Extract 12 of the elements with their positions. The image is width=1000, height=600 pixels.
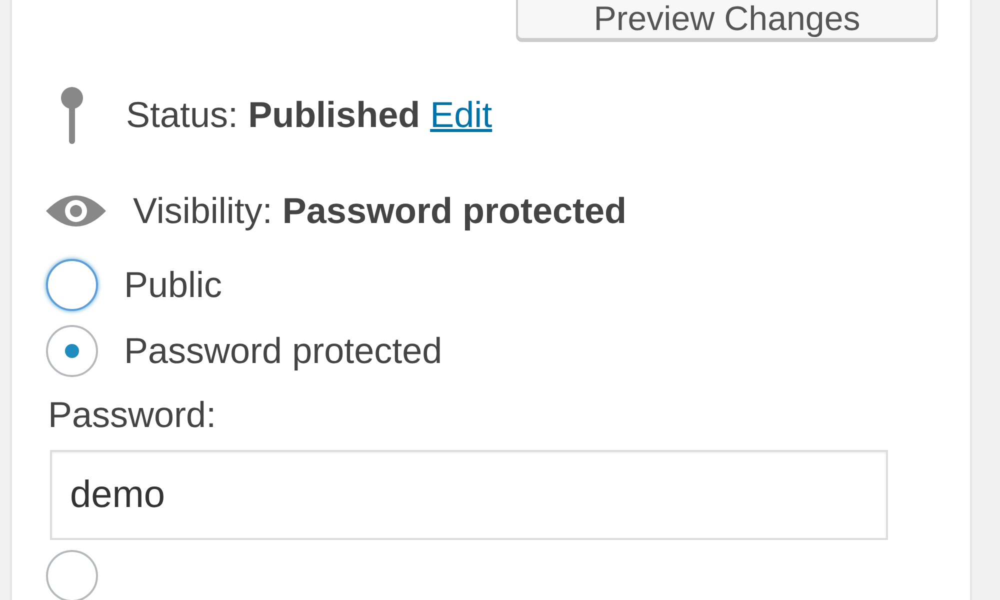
radio-label[interactable]: Password protected — [124, 324, 442, 378]
radio-button[interactable] — [46, 325, 98, 377]
radio-button[interactable] — [46, 259, 98, 311]
edit-link[interactable]: Edit — [430, 88, 492, 142]
preview-changes-button[interactable]: Preview Changes — [516, 0, 938, 40]
password-label: Password: — [48, 393, 218, 437]
radio-label[interactable]: Public — [124, 258, 222, 312]
pin-icon — [58, 86, 86, 144]
visibility-text: Visibility: Password protected — [133, 189, 626, 233]
status-text: Status: Published — [126, 93, 420, 137]
radio-button[interactable] — [46, 550, 98, 600]
password-field[interactable]: demo — [50, 450, 888, 540]
